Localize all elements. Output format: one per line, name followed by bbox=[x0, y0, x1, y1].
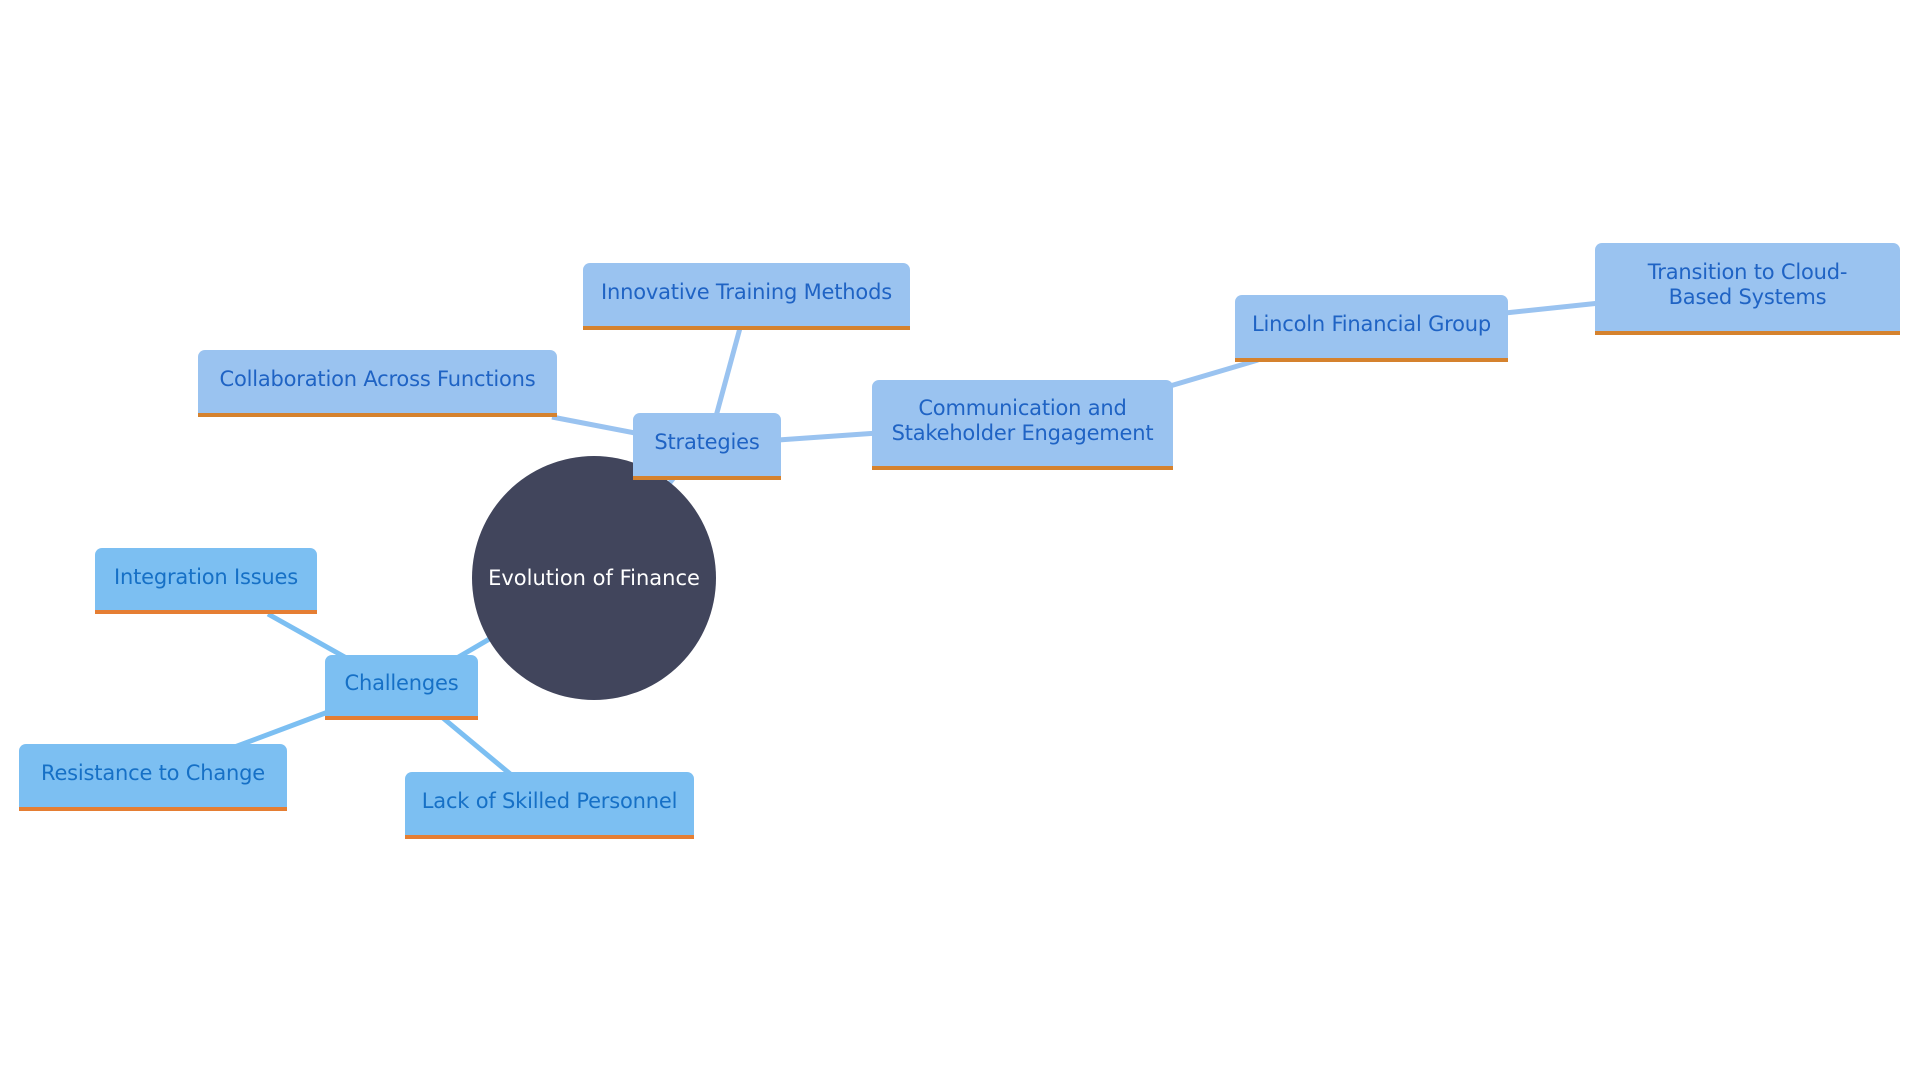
edge-strategies-innovative bbox=[712, 327, 743, 421]
node-innovative-training-methods[interactable]: Innovative Training Methods bbox=[583, 263, 910, 330]
node-label: Lack of Skilled Personnel bbox=[421, 789, 678, 813]
edge-lincoln-transition bbox=[1504, 300, 1601, 316]
node-label: Strategies bbox=[654, 430, 760, 454]
node-label: Communication and Stakeholder Engagement bbox=[891, 396, 1154, 445]
edges-layer bbox=[231, 300, 1601, 780]
node-communication-stakeholder-engagement[interactable]: Communication and Stakeholder Engagement bbox=[872, 380, 1173, 470]
node-strategies[interactable]: Strategies bbox=[633, 413, 781, 480]
node-challenges[interactable]: Challenges bbox=[325, 655, 478, 720]
root-node[interactable]: Evolution of Finance bbox=[472, 456, 716, 700]
node-label: Innovative Training Methods bbox=[601, 280, 892, 304]
node-label: Challenges bbox=[344, 671, 459, 695]
node-label: Collaboration Across Functions bbox=[219, 367, 536, 391]
node-transition-cloud-based-systems[interactable]: Transition to Cloud-Based Systems bbox=[1595, 243, 1900, 335]
edge-challenges-resistance bbox=[231, 709, 329, 751]
node-lack-of-skilled-personnel[interactable]: Lack of Skilled Personnel bbox=[405, 772, 694, 839]
node-label: Integration Issues bbox=[113, 564, 299, 589]
edge-strategies-communication bbox=[777, 430, 879, 443]
node-lincoln-financial-group[interactable]: Lincoln Financial Group bbox=[1235, 295, 1508, 362]
node-collaboration-across-functions[interactable]: Collaboration Across Functions bbox=[198, 350, 557, 417]
edge-communication-lincoln bbox=[1169, 357, 1259, 389]
node-integration-issues[interactable]: Integration Issues bbox=[95, 548, 317, 614]
root-label: Evolution of Finance bbox=[488, 566, 700, 590]
node-resistance-to-change[interactable]: Resistance to Change bbox=[19, 744, 287, 811]
node-label: Transition to Cloud-Based Systems bbox=[1647, 260, 1848, 309]
edge-strategies-collaboration bbox=[551, 414, 641, 437]
edge-challenges-lack bbox=[441, 716, 517, 780]
node-label: Lincoln Financial Group bbox=[1251, 312, 1492, 336]
edge-challenges-integration bbox=[266, 611, 352, 663]
node-label: Resistance to Change bbox=[41, 761, 265, 785]
